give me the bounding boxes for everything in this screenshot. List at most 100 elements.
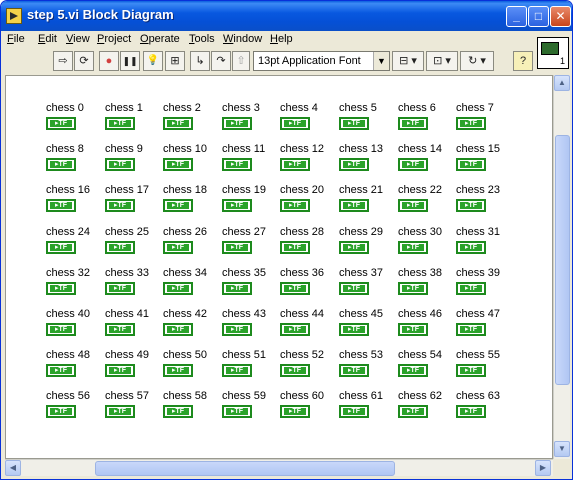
- block-diagram-canvas[interactable]: chess 0 ▸TF chess 1 ▸TF chess 2 ▸TF chess 3 ▸TF…: [5, 75, 553, 459]
- indicator-terminal[interactable]: chess 10 ▸TF: [163, 143, 221, 177]
- indicator-terminal[interactable]: chess 46 ▸TF: [398, 308, 456, 342]
- indicator-terminal[interactable]: chess 24 ▸TF: [46, 226, 104, 260]
- boolean-terminal-icon[interactable]: ▸TF: [105, 364, 135, 377]
- indicator-terminal[interactable]: chess 43 ▸TF: [222, 308, 280, 342]
- boolean-terminal-icon[interactable]: ▸TF: [456, 323, 486, 336]
- boolean-terminal-icon[interactable]: ▸TF: [163, 117, 193, 130]
- boolean-terminal-icon[interactable]: ▸TF: [163, 323, 193, 336]
- indicator-terminal[interactable]: chess 11 ▸TF: [222, 143, 280, 177]
- reorder-button[interactable]: ↻ ▾: [460, 51, 494, 71]
- abort-icon[interactable]: ●: [99, 51, 119, 71]
- boolean-terminal-icon[interactable]: ▸TF: [163, 282, 193, 295]
- boolean-terminal-icon[interactable]: ▸TF: [339, 117, 369, 130]
- boolean-terminal-icon[interactable]: ▸TF: [339, 364, 369, 377]
- boolean-terminal-icon[interactable]: ▸TF: [163, 199, 193, 212]
- close-button[interactable]: ✕: [550, 6, 571, 27]
- align-objects-button[interactable]: ⊟ ▾: [392, 51, 424, 71]
- indicator-terminal[interactable]: chess 55 ▸TF: [456, 349, 514, 383]
- boolean-terminal-icon[interactable]: ▸TF: [46, 199, 76, 212]
- boolean-terminal-icon[interactable]: ▸TF: [280, 117, 310, 130]
- indicator-terminal[interactable]: chess 13 ▸TF: [339, 143, 397, 177]
- indicator-terminal[interactable]: chess 53 ▸TF: [339, 349, 397, 383]
- indicator-terminal[interactable]: chess 59 ▸TF: [222, 390, 280, 424]
- step-out-icon[interactable]: ⇧: [232, 51, 250, 71]
- indicator-terminal[interactable]: chess 54 ▸TF: [398, 349, 456, 383]
- indicator-terminal[interactable]: chess 7 ▸TF: [456, 102, 514, 136]
- boolean-terminal-icon[interactable]: ▸TF: [280, 158, 310, 171]
- indicator-terminal[interactable]: chess 6 ▸TF: [398, 102, 456, 136]
- scroll-right-button[interactable]: ▶: [535, 460, 551, 476]
- boolean-terminal-icon[interactable]: ▸TF: [222, 117, 252, 130]
- indicator-terminal[interactable]: chess 22 ▸TF: [398, 184, 456, 218]
- indicator-terminal[interactable]: chess 36 ▸TF: [280, 267, 338, 301]
- boolean-terminal-icon[interactable]: ▸TF: [398, 199, 428, 212]
- boolean-terminal-icon[interactable]: ▸TF: [280, 405, 310, 418]
- indicator-terminal[interactable]: chess 37 ▸TF: [339, 267, 397, 301]
- boolean-terminal-icon[interactable]: ▸TF: [339, 199, 369, 212]
- indicator-terminal[interactable]: chess 20 ▸TF: [280, 184, 338, 218]
- boolean-terminal-icon[interactable]: ▸TF: [398, 282, 428, 295]
- boolean-terminal-icon[interactable]: ▸TF: [280, 364, 310, 377]
- indicator-terminal[interactable]: chess 33 ▸TF: [105, 267, 163, 301]
- indicator-terminal[interactable]: chess 4 ▸TF: [280, 102, 338, 136]
- maximize-button[interactable]: □: [528, 6, 549, 27]
- run-continuously-icon[interactable]: ⟳: [74, 51, 94, 71]
- boolean-terminal-icon[interactable]: ▸TF: [222, 241, 252, 254]
- boolean-terminal-icon[interactable]: ▸TF: [105, 117, 135, 130]
- step-into-icon[interactable]: ↳: [190, 51, 210, 71]
- indicator-terminal[interactable]: chess 16 ▸TF: [46, 184, 104, 218]
- boolean-terminal-icon[interactable]: ▸TF: [398, 405, 428, 418]
- menu-file[interactable]: File: [7, 33, 25, 45]
- boolean-terminal-icon[interactable]: ▸TF: [46, 158, 76, 171]
- boolean-terminal-icon[interactable]: ▸TF: [339, 241, 369, 254]
- menu-view[interactable]: View: [66, 33, 90, 45]
- indicator-terminal[interactable]: chess 9 ▸TF: [105, 143, 163, 177]
- indicator-terminal[interactable]: chess 21 ▸TF: [339, 184, 397, 218]
- boolean-terminal-icon[interactable]: ▸TF: [456, 282, 486, 295]
- labview-app-icon[interactable]: [6, 8, 22, 24]
- boolean-terminal-icon[interactable]: ▸TF: [398, 117, 428, 130]
- boolean-terminal-icon[interactable]: ▸TF: [46, 364, 76, 377]
- indicator-terminal[interactable]: chess 48 ▸TF: [46, 349, 104, 383]
- indicator-terminal[interactable]: chess 26 ▸TF: [163, 226, 221, 260]
- boolean-terminal-icon[interactable]: ▸TF: [222, 405, 252, 418]
- boolean-terminal-icon[interactable]: ▸TF: [456, 199, 486, 212]
- boolean-terminal-icon[interactable]: ▸TF: [222, 323, 252, 336]
- boolean-terminal-icon[interactable]: ▸TF: [456, 241, 486, 254]
- pause-icon[interactable]: ❚❚: [120, 51, 140, 71]
- indicator-terminal[interactable]: chess 63 ▸TF: [456, 390, 514, 424]
- boolean-terminal-icon[interactable]: ▸TF: [222, 364, 252, 377]
- menu-project[interactable]: Project: [97, 33, 131, 45]
- indicator-terminal[interactable]: chess 35 ▸TF: [222, 267, 280, 301]
- indicator-terminal[interactable]: chess 47 ▸TF: [456, 308, 514, 342]
- distribute-objects-button[interactable]: ⊡ ▾: [426, 51, 458, 71]
- boolean-terminal-icon[interactable]: ▸TF: [456, 158, 486, 171]
- boolean-terminal-icon[interactable]: ▸TF: [339, 405, 369, 418]
- indicator-terminal[interactable]: chess 17 ▸TF: [105, 184, 163, 218]
- menu-edit[interactable]: Edit: [38, 33, 57, 45]
- boolean-terminal-icon[interactable]: ▸TF: [163, 364, 193, 377]
- boolean-terminal-icon[interactable]: ▸TF: [46, 405, 76, 418]
- scroll-down-button[interactable]: ▼: [554, 441, 570, 457]
- boolean-terminal-icon[interactable]: ▸TF: [339, 158, 369, 171]
- indicator-terminal[interactable]: chess 41 ▸TF: [105, 308, 163, 342]
- boolean-terminal-icon[interactable]: ▸TF: [398, 158, 428, 171]
- retain-wire-values-icon[interactable]: ⊞: [165, 51, 185, 71]
- vi-icon[interactable]: 1: [537, 37, 569, 69]
- vertical-scrollbar[interactable]: ▲ ▼: [553, 75, 570, 459]
- indicator-terminal[interactable]: chess 45 ▸TF: [339, 308, 397, 342]
- boolean-terminal-icon[interactable]: ▸TF: [280, 199, 310, 212]
- boolean-terminal-icon[interactable]: ▸TF: [280, 241, 310, 254]
- boolean-terminal-icon[interactable]: ▸TF: [398, 364, 428, 377]
- indicator-terminal[interactable]: chess 62 ▸TF: [398, 390, 456, 424]
- boolean-terminal-icon[interactable]: ▸TF: [105, 241, 135, 254]
- indicator-terminal[interactable]: chess 42 ▸TF: [163, 308, 221, 342]
- indicator-terminal[interactable]: chess 15 ▸TF: [456, 143, 514, 177]
- boolean-terminal-icon[interactable]: ▸TF: [339, 323, 369, 336]
- boolean-terminal-icon[interactable]: ▸TF: [456, 364, 486, 377]
- indicator-terminal[interactable]: chess 57 ▸TF: [105, 390, 163, 424]
- indicator-terminal[interactable]: chess 14 ▸TF: [398, 143, 456, 177]
- boolean-terminal-icon[interactable]: ▸TF: [105, 405, 135, 418]
- context-help-button[interactable]: ?: [513, 51, 533, 71]
- boolean-terminal-icon[interactable]: ▸TF: [398, 241, 428, 254]
